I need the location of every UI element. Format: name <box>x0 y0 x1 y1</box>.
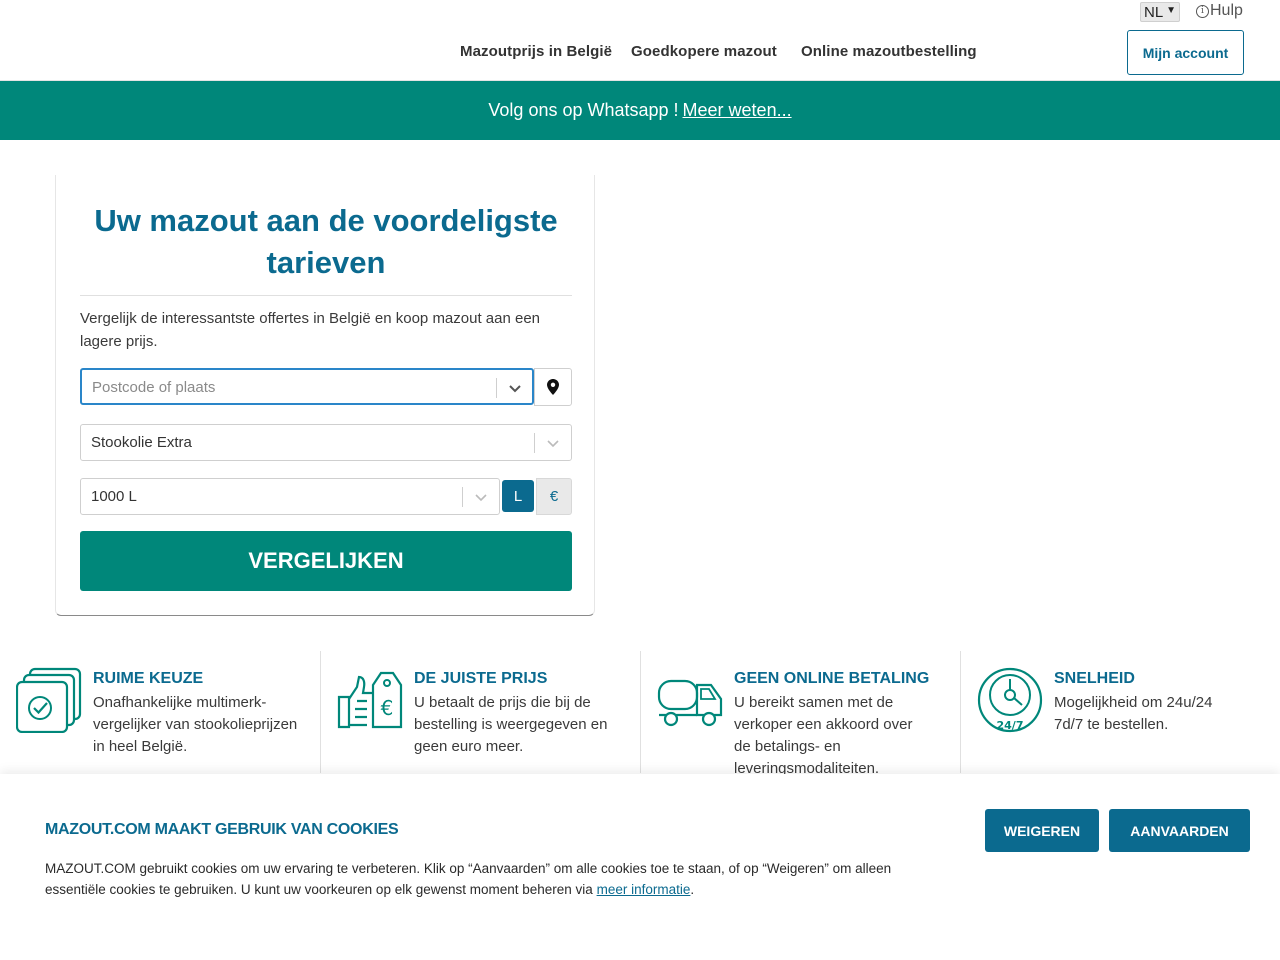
language-value: NL <box>1144 3 1164 21</box>
help-link[interactable]: i Hulp <box>1196 2 1243 20</box>
clock-24-7-icon: 24/7 <box>977 667 1043 733</box>
feature-geen-online-betaling: GEEN ONLINE BETALING U bereikt samen met… <box>657 651 957 777</box>
thumbs-up-euro-icon: € <box>337 671 403 729</box>
feature-text: Mogelijkheid om 24u/24 7d/7 te bestellen… <box>1054 694 1213 733</box>
feature-title: DE JUISTE PRIJS <box>414 670 548 687</box>
search-intro: Vergelijk de interessantste offertes in … <box>80 310 541 350</box>
my-account-button[interactable]: Mijn account <box>1127 30 1244 75</box>
quantity-value: 1000 L <box>91 488 137 505</box>
unit-liters-toggle[interactable]: L <box>502 480 534 512</box>
feature-juiste-prijs: € DE JUISTE PRIJS U betaalt de prijs die… <box>337 651 637 773</box>
divider <box>80 295 572 296</box>
feature-title: RUIME KEUZE <box>93 670 204 687</box>
cookie-title: MAZOUT.COM MAAKT GEBRUIK VAN COOKIES <box>45 821 399 838</box>
chevron-down-icon[interactable] <box>506 379 524 397</box>
divider <box>640 651 641 773</box>
location-button[interactable] <box>534 368 572 406</box>
language-select[interactable]: NL ▼ <box>1140 2 1180 22</box>
feature-ruime-keuze: RUIME KEUZE Onafhankelijke multimerk-ver… <box>16 651 316 773</box>
chevron-down-icon[interactable] <box>472 488 490 506</box>
help-label: Hulp <box>1210 2 1243 19</box>
location-pin-icon <box>547 379 559 395</box>
chevron-down-icon[interactable] <box>544 434 562 452</box>
feature-title: SNELHEID <box>1054 670 1135 687</box>
cookie-more-info-link[interactable]: meer informatie <box>597 882 691 897</box>
feature-title: GEEN ONLINE BETALING <box>734 670 930 687</box>
banner-text: Volg ons op Whatsapp ! <box>488 100 679 120</box>
banner-more-link[interactable]: Meer weten... <box>683 100 792 121</box>
fuel-type-value: Stookolie Extra <box>91 434 192 451</box>
cookie-text: MAZOUT.COM gebruikt cookies om uw ervari… <box>45 861 892 897</box>
search-title: Uw mazout aan de voordeligste tarieven <box>94 203 558 280</box>
nav-goedkopere-mazout[interactable]: Goedkopere mazout <box>631 43 777 60</box>
features-strip: RUIME KEUZE Onafhankelijke multimerk-ver… <box>0 651 1280 777</box>
cookie-body: MAZOUT.COM gebruikt cookies om uw ervari… <box>45 861 892 897</box>
divider <box>320 651 321 773</box>
site-header: NL ▼ i Hulp Mazoutprijs in België Goedko… <box>0 0 1280 81</box>
postcode-placeholder: Postcode of plaats <box>92 379 216 396</box>
feature-text: Onafhankelijke multimerk-vergelijker van… <box>93 694 298 755</box>
unit-euro-toggle[interactable]: € <box>536 478 572 515</box>
field-separator <box>534 433 535 453</box>
feature-text: U bereikt samen met de verkoper een akko… <box>734 694 913 777</box>
field-separator <box>496 378 497 398</box>
nav-online-bestelling[interactable]: Online mazoutbestelling <box>801 43 977 60</box>
chevron-down-icon: ▼ <box>1166 5 1176 16</box>
cards-check-icon <box>16 667 82 733</box>
quantity-select[interactable]: 1000 L <box>80 478 500 515</box>
tanker-truck-icon <box>657 679 723 727</box>
cookie-accept-button[interactable]: AANVAARDEN <box>1109 809 1250 852</box>
fuel-type-select[interactable]: Stookolie Extra <box>80 424 572 461</box>
cookie-banner: MAZOUT.COM MAAKT GEBRUIK VAN COOKIES MAZ… <box>0 774 1280 960</box>
feature-snelheid: 24/7 SNELHEID Mogelijkheid om 24u/24 7d/… <box>977 651 1277 773</box>
feature-text: U betaalt de prijs die bij de bestelling… <box>414 694 608 755</box>
svg-text:24/7: 24/7 <box>997 719 1024 732</box>
info-icon: i <box>1196 4 1209 18</box>
divider <box>960 651 961 773</box>
cookie-decline-button[interactable]: WEIGEREN <box>985 809 1099 852</box>
svg-text:€: € <box>381 696 394 720</box>
nav-mazoutprijs[interactable]: Mazoutprijs in België <box>460 43 612 60</box>
search-card: Uw mazout aan de voordeligste tarieven V… <box>55 175 595 616</box>
compare-button[interactable]: VERGELIJKEN <box>80 531 572 591</box>
field-separator <box>462 487 463 507</box>
postcode-input[interactable]: Postcode of plaats <box>80 368 534 405</box>
whatsapp-banner: Volg ons op Whatsapp ! Meer weten... <box>0 81 1280 140</box>
